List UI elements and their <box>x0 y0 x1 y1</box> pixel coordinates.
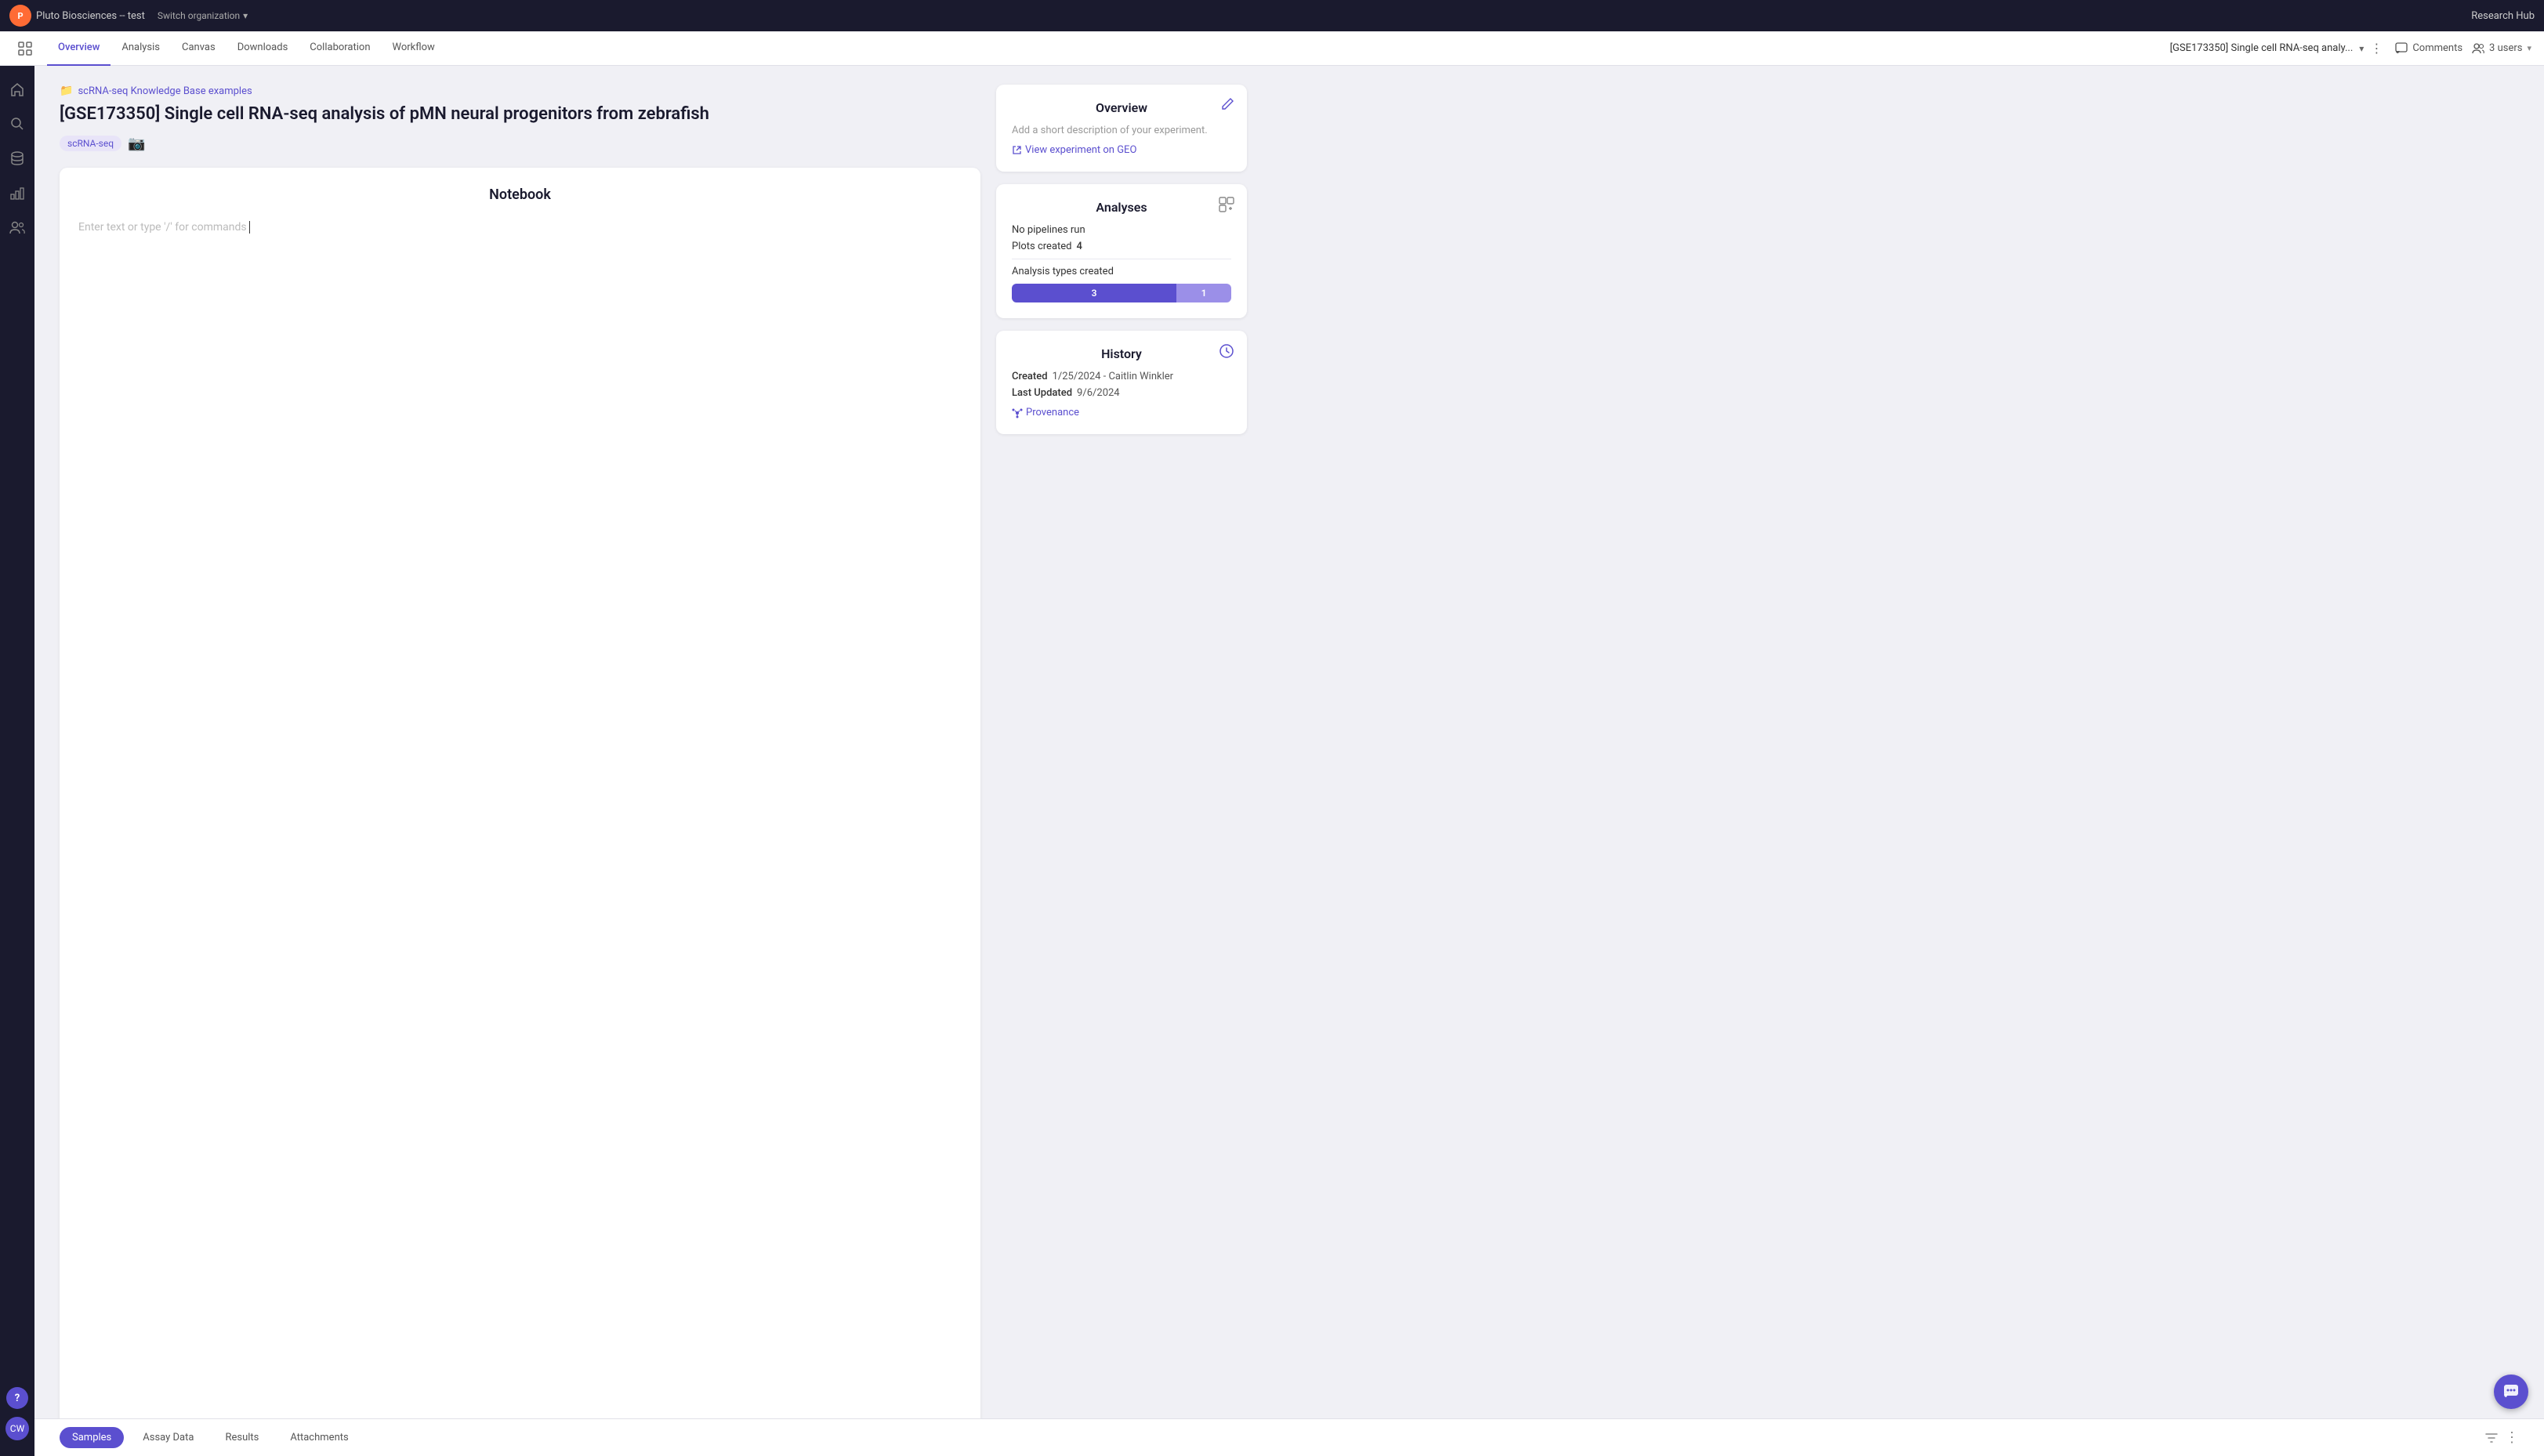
user-avatar[interactable]: CW <box>5 1417 29 1440</box>
folder-icon: 📁 <box>60 85 73 97</box>
history-clock-icon[interactable] <box>1219 343 1234 359</box>
overview-card-title: Overview <box>1012 100 1231 115</box>
sidebar-chart-icon[interactable] <box>3 179 31 207</box>
analyses-icon[interactable] <box>1219 197 1234 212</box>
tab-results[interactable]: Results <box>212 1427 271 1448</box>
nav-center: [GSE173350] Single cell RNA-seq analy...… <box>2170 41 2383 56</box>
right-panel: Overview Add a short description of your… <box>996 85 1247 1437</box>
switch-org-button[interactable]: Switch organization ▾ <box>158 10 248 21</box>
help-button[interactable]: ? <box>6 1387 28 1409</box>
no-pipelines-row: No pipelines run <box>1012 224 1231 236</box>
nav-project-title: [GSE173350] Single cell RNA-seq analy... <box>2170 42 2354 54</box>
notebook-card: Notebook Enter text or type '/' for comm… <box>60 168 980 1437</box>
analyses-card-title: Analyses <box>1012 200 1231 215</box>
notebook-placeholder: Enter text or type '/' for commands <box>78 221 247 234</box>
overview-description: Add a short description of your experime… <box>1012 125 1231 136</box>
notebook-title: Notebook <box>78 187 962 203</box>
tab-downloads[interactable]: Downloads <box>226 31 299 66</box>
provenance-link[interactable]: Provenance <box>1012 407 1231 418</box>
view-geo-link[interactable]: View experiment on GEO <box>1012 144 1231 156</box>
chat-button[interactable] <box>2494 1375 2528 1409</box>
pluto-logo-icon: P <box>9 5 31 27</box>
org-name: Pluto Biosciences -- test <box>36 10 145 22</box>
breadcrumb-text[interactable]: scRNA-seq Knowledge Base examples <box>78 85 252 97</box>
created-row: Created 1/25/2024 - Caitlin Winkler <box>1012 371 1231 382</box>
tab-analysis[interactable]: Analysis <box>111 31 171 66</box>
bar-segment-2: 1 <box>1176 284 1231 302</box>
logo[interactable]: P Pluto Biosciences -- test <box>9 5 145 27</box>
tags-row: scRNA-seq 📷 <box>60 136 980 152</box>
plots-created-row: Plots created 4 <box>1012 241 1231 252</box>
analyses-card: Analyses No pipelines run Plots created … <box>996 184 1247 318</box>
bar-segment-1: 3 <box>1012 284 1176 302</box>
edit-icon[interactable] <box>1220 97 1234 111</box>
users-button[interactable]: 3 users ▾ <box>2472 42 2531 55</box>
tab-canvas[interactable]: Canvas <box>171 31 226 66</box>
sidebar-search-icon[interactable] <box>3 110 31 138</box>
sidebar-home-icon[interactable] <box>3 75 31 103</box>
tab-collaboration[interactable]: Collaboration <box>299 31 381 66</box>
analysis-types-bar: 3 1 <box>1012 284 1231 302</box>
tab-attachments[interactable]: Attachments <box>277 1427 361 1448</box>
sidebar-bottom: ? CW <box>3 1382 31 1447</box>
tab-overview[interactable]: Overview <box>47 31 111 66</box>
created-value: 1/25/2024 - Caitlin Winkler <box>1053 371 1174 382</box>
svg-text:P: P <box>17 11 23 21</box>
analysis-types-label: Analysis types created <box>1012 266 1231 277</box>
left-panel: 📁 scRNA-seq Knowledge Base examples [GSE… <box>60 85 980 1437</box>
history-card: History Created 1/25/2024 - Caitlin Wink… <box>996 331 1247 434</box>
plots-label: Plots created <box>1012 241 1072 252</box>
updated-label: Last Updated <box>1012 387 1072 399</box>
grid-icon[interactable] <box>13 36 38 61</box>
bottom-tabs: Samples Assay Data Results Attachments ⋮ <box>34 1418 2544 1456</box>
tab-samples[interactable]: Samples <box>60 1427 124 1448</box>
overview-card: Overview Add a short description of your… <box>996 85 1247 172</box>
filter-icon[interactable] <box>2484 1431 2499 1445</box>
page-title: [GSE173350] Single cell RNA-seq analysis… <box>60 103 980 126</box>
created-label: Created <box>1012 371 1048 382</box>
left-sidebar: ? CW <box>0 66 34 1456</box>
bottom-tab-actions: ⋮ <box>2484 1429 2519 1446</box>
updated-row: Last Updated 9/6/2024 <box>1012 387 1231 399</box>
nav-right: Comments 3 users ▾ <box>2395 42 2531 55</box>
chevron-down-icon: ▾ <box>243 10 248 21</box>
bottom-more-icon[interactable]: ⋮ <box>2505 1429 2519 1446</box>
history-card-title: History <box>1012 346 1231 361</box>
provenance-text: Provenance <box>1026 407 1079 418</box>
tab-workflow[interactable]: Workflow <box>382 31 446 66</box>
scrna-seq-tag[interactable]: scRNA-seq <box>60 136 121 151</box>
plots-value: 4 <box>1077 241 1082 252</box>
text-cursor <box>249 221 250 234</box>
sidebar-help-icon[interactable]: ? <box>3 1382 31 1411</box>
topbar-right: Research Hub <box>2471 10 2535 22</box>
camera-icon[interactable]: 📷 <box>128 136 145 152</box>
nav-title-chevron[interactable]: ▾ <box>2359 43 2364 54</box>
main-content: 📁 scRNA-seq Knowledge Base examples [GSE… <box>34 66 1272 1456</box>
research-hub-link[interactable]: Research Hub <box>2471 10 2535 22</box>
no-pipelines-text: No pipelines run <box>1012 224 1085 236</box>
comments-button[interactable]: Comments <box>2395 42 2462 55</box>
sidebar-users-icon[interactable] <box>3 213 31 241</box>
notebook-editor[interactable]: Enter text or type '/' for commands <box>78 219 962 236</box>
updated-value: 9/6/2024 <box>1077 387 1120 399</box>
tab-assay-data[interactable]: Assay Data <box>130 1427 206 1448</box>
nav-more-icon[interactable]: ⋮ <box>2370 41 2383 56</box>
breadcrumb: 📁 scRNA-seq Knowledge Base examples <box>60 85 980 97</box>
topbar: P Pluto Biosciences -- test Switch organ… <box>0 0 2544 31</box>
navbar: Overview Analysis Canvas Downloads Colla… <box>0 31 2544 66</box>
sidebar-database-icon[interactable] <box>3 144 31 172</box>
users-chevron[interactable]: ▾ <box>2527 43 2531 53</box>
